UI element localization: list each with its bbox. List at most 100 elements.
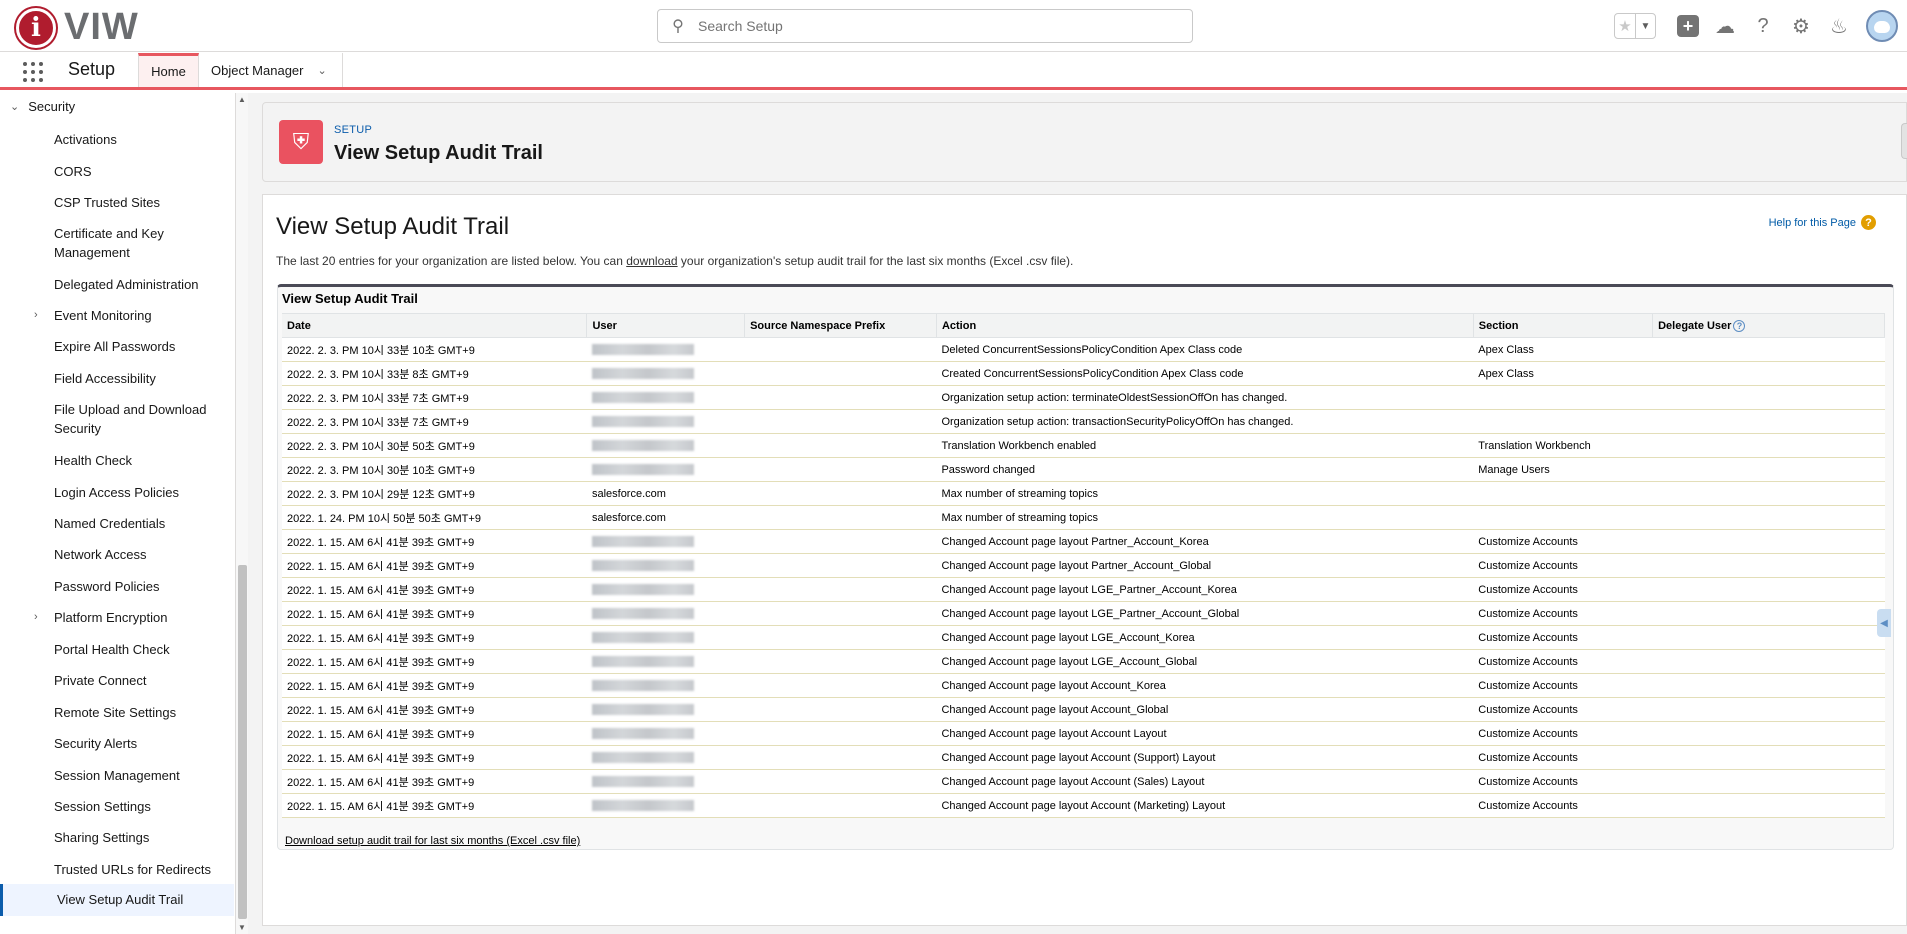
- sidebar-item-remote-site-settings[interactable]: Remote Site Settings: [54, 703, 230, 722]
- cell-user: salesforce.com: [586, 505, 745, 530]
- sidebar-item-security-alerts[interactable]: Security Alerts: [54, 734, 230, 753]
- cell-user: [586, 409, 745, 434]
- sidebar-item-sharing-settings[interactable]: Sharing Settings: [54, 828, 230, 847]
- cell-date: 2022. 2. 3. PM 10시 30분 50초 GMT+9: [282, 433, 587, 458]
- tab-home-label: Home: [151, 64, 186, 79]
- sidebar-item-activations[interactable]: Activations: [54, 130, 230, 149]
- sidebar-item-csp-trusted-sites[interactable]: CSP Trusted Sites: [54, 193, 230, 212]
- scroll-up-arrow-icon[interactable]: ▲: [238, 95, 246, 104]
- cell-delegate-user: [1652, 793, 1885, 818]
- redacted-user: [591, 800, 694, 812]
- table-row: 2022. 2. 3. PM 10시 33분 7초 GMT+9 Organizat…: [282, 409, 1885, 434]
- header-utility-icons: ★ ▼ + ☁ ? ⚙ ♨: [1614, 10, 1907, 42]
- company-logo[interactable]: i VIW: [16, 6, 139, 49]
- tab-object-manager[interactable]: Object Manager ⌄: [199, 53, 343, 87]
- chevron-down-icon[interactable]: ⌄: [318, 64, 327, 77]
- search-box[interactable]: ⚲: [657, 9, 1193, 43]
- sidebar-item-login-access-policies[interactable]: Login Access Policies: [54, 483, 230, 502]
- panel-toggle-handle[interactable]: [1901, 123, 1907, 159]
- sidebar-item-delegated-administration[interactable]: Delegated Administration: [54, 275, 230, 294]
- cell-source-namespace-prefix: [744, 673, 937, 698]
- cell-date: 2022. 1. 15. AM 6시 41분 39초 GMT+9: [282, 529, 587, 554]
- help-icon[interactable]: ?: [1861, 215, 1876, 230]
- help-for-this-page-link[interactable]: Help for this Page ?: [1769, 215, 1876, 230]
- column-header-source-namespace-prefix[interactable]: Source Namespace Prefix: [744, 313, 937, 338]
- cell-section: Customize Accounts: [1473, 721, 1653, 746]
- cell-source-namespace-prefix: [744, 745, 937, 770]
- avatar[interactable]: [1866, 10, 1898, 42]
- cell-section: Customize Accounts: [1473, 769, 1653, 794]
- redacted-user: [591, 416, 694, 428]
- sidebar-item-private-connect[interactable]: Private Connect: [54, 671, 230, 690]
- download-audit-trail-link[interactable]: Download setup audit trail for last six …: [285, 835, 580, 847]
- column-header-action[interactable]: Action: [936, 313, 1474, 338]
- cell-user: [586, 553, 745, 578]
- chevron-down-icon[interactable]: ⌄: [10, 100, 19, 113]
- cell-section: Customize Accounts: [1473, 577, 1653, 602]
- table-row: 2022. 1. 15. AM 6시 41분 39초 GMT+9 Changed …: [282, 793, 1885, 818]
- chevron-right-icon[interactable]: ›: [34, 306, 38, 325]
- cell-section: Translation Workbench: [1473, 433, 1653, 458]
- content-card: View Setup Audit Trail Help for this Pag…: [262, 194, 1907, 926]
- sidebar-item-session-settings[interactable]: Session Settings: [54, 797, 230, 816]
- cell-source-namespace-prefix: [744, 577, 937, 602]
- cell-user: [586, 769, 745, 794]
- redacted-user: [591, 584, 694, 596]
- column-header-delegate-user[interactable]: Delegate User?: [1652, 313, 1885, 338]
- sidebar-item-cors[interactable]: CORS: [54, 162, 230, 181]
- sidebar-item-password-policies[interactable]: Password Policies: [54, 577, 230, 596]
- tab-home[interactable]: Home: [138, 53, 199, 87]
- sidebar-item-named-credentials[interactable]: Named Credentials: [54, 514, 230, 533]
- cell-source-namespace-prefix: [744, 337, 937, 362]
- cell-delegate-user: [1652, 553, 1885, 578]
- chevron-right-icon[interactable]: ›: [34, 608, 38, 627]
- redacted-user: [591, 656, 694, 668]
- column-header-user[interactable]: User: [586, 313, 746, 338]
- app-launcher-icon[interactable]: [22, 61, 44, 83]
- plus-icon[interactable]: +: [1677, 15, 1699, 37]
- chevron-down-icon[interactable]: ▼: [1635, 14, 1655, 38]
- help-link-label: Help for this Page: [1768, 216, 1856, 229]
- sidebar-item-view-setup-audit-trail[interactable]: View Setup Audit Trail: [0, 884, 234, 916]
- cell-delegate-user: [1652, 673, 1885, 698]
- cell-delegate-user: [1652, 577, 1885, 602]
- trailhead-icon[interactable]: ☁: [1713, 14, 1737, 38]
- download-link[interactable]: download: [626, 254, 677, 268]
- sidebar-item-portal-health-check[interactable]: Portal Health Check: [54, 640, 230, 659]
- redacted-user: [591, 440, 694, 452]
- sidebar-item-expire-all-passwords[interactable]: Expire All Passwords: [54, 337, 230, 356]
- column-header-delegate-user-label: Delegate User: [1658, 319, 1732, 332]
- sidebar-item-certificate-key-management[interactable]: Certificate and Key Management: [54, 224, 230, 262]
- column-header-date[interactable]: Date: [282, 313, 588, 338]
- scrollbar-thumb[interactable]: [238, 565, 247, 919]
- sidebar-item-platform-encryption[interactable]: › Platform Encryption: [34, 608, 230, 627]
- sidebar-item-health-check[interactable]: Health Check: [54, 451, 230, 470]
- sidebar-item-file-upload-download-security[interactable]: File Upload and Download Security: [54, 400, 230, 438]
- help-icon[interactable]: ?: [1733, 319, 1746, 332]
- sidebar-scrollbar[interactable]: ▲ ▼: [236, 93, 248, 934]
- scroll-down-arrow-icon[interactable]: ▼: [238, 923, 246, 932]
- cell-user: [586, 697, 745, 722]
- cell-user: [586, 385, 745, 410]
- sidebar-item-field-accessibility[interactable]: Field Accessibility: [54, 369, 230, 388]
- page-title: View Setup Audit Trail: [334, 142, 543, 164]
- gear-icon[interactable]: ⚙: [1789, 14, 1813, 38]
- help-icon[interactable]: ?: [1751, 14, 1775, 38]
- cell-section: Apex Class: [1473, 361, 1653, 386]
- search-input[interactable]: [698, 18, 1178, 34]
- star-icon[interactable]: ★: [1615, 14, 1635, 38]
- sidebar-item-session-management[interactable]: Session Management: [54, 766, 230, 785]
- cell-date: 2022. 2. 3. PM 10시 29분 12초 GMT+9: [282, 481, 587, 506]
- sidebar-group-security[interactable]: ⌄ Security: [10, 99, 75, 114]
- table-row: 2022. 1. 15. AM 6시 41분 39초 GMT+9 Changed …: [282, 625, 1885, 650]
- collapse-handle-icon[interactable]: ◀: [1877, 609, 1891, 637]
- bell-icon[interactable]: ♨: [1827, 14, 1851, 38]
- breadcrumb[interactable]: SETUP: [334, 124, 372, 136]
- column-header-section[interactable]: Section: [1473, 313, 1654, 338]
- table-row: 2022. 2. 3. PM 10시 33분 7초 GMT+9 Organizat…: [282, 385, 1885, 410]
- sidebar-item-trusted-urls-redirects[interactable]: Trusted URLs for Redirects: [54, 860, 230, 879]
- cell-section: Customize Accounts: [1473, 553, 1653, 578]
- sidebar-item-event-monitoring[interactable]: › Event Monitoring: [34, 306, 230, 325]
- favorites-group[interactable]: ★ ▼: [1614, 13, 1656, 39]
- sidebar-item-network-access[interactable]: Network Access: [54, 545, 230, 564]
